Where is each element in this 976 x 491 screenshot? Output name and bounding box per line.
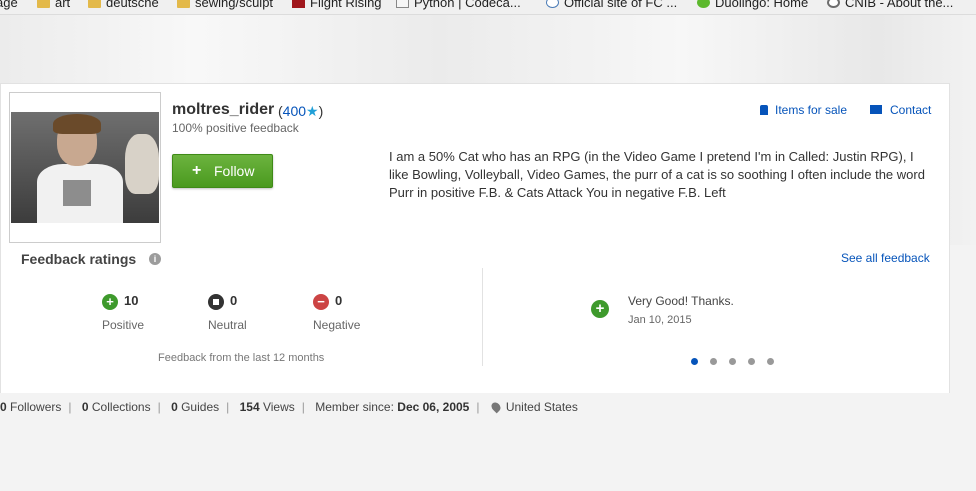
positive-count: 10 [124,293,139,308]
negative-label: Negative [313,318,361,332]
see-all-feedback-link[interactable]: See all feedback [841,251,930,265]
guides-label[interactable]: Guides [181,400,219,414]
photo-shirt-print [63,180,91,206]
collections-label[interactable]: Collections [92,400,151,414]
negative-minus-icon: − [313,294,329,310]
followers-label[interactable]: Followers [10,400,61,414]
views-count: 154 [239,400,260,414]
folder-icon [37,0,50,8]
feedback-ratings-section: Feedback ratings i See all feedback + 10… [1,243,949,393]
profile-bio: I am a 50% Cat who has an RPG (in the Vi… [389,149,925,200]
fc-icon [546,0,559,8]
member-since-label: Member since: [315,400,394,414]
bookmark-flight-rising[interactable]: Flight Rising [292,0,382,11]
guides-count: 0 [171,400,178,414]
neutral-label: Neutral [208,318,247,332]
positive-comment-icon: + [591,300,609,318]
bookmark-deutsche[interactable]: deutsche [88,0,159,11]
bookmark-duolingo[interactable]: Duolingo: Home [697,0,808,11]
score-close-paren: ) [318,103,324,119]
feedback-comment-text: Very Good! Thanks. [628,294,734,308]
info-icon[interactable]: i [149,253,161,265]
followers-count: 0 [0,400,7,414]
member-since-date: Dec 06, 2005 [397,400,470,414]
photo-hand [125,134,159,194]
views-label: Views [262,400,295,414]
python-page-icon [396,0,409,8]
carousel-dot-4[interactable] [748,358,755,365]
negative-count: 0 [335,293,343,308]
neutral-icon [208,294,224,310]
username[interactable]: moltres_rider [172,101,274,119]
follow-label: Follow [214,163,255,179]
tag-icon [760,105,768,115]
location: United States [505,400,578,414]
neutral-count: 0 [230,293,238,308]
location-pin-icon [489,400,503,414]
mail-icon [870,105,882,114]
flight-rising-icon [292,0,305,8]
feedback-score[interactable]: (400★) [278,103,323,120]
feedback-divider [482,268,483,366]
follow-button[interactable]: + Follow [172,154,273,188]
positive-feedback-percent: 100% positive feedback [172,121,299,135]
carousel-dot-5[interactable] [767,358,774,365]
feedback-comment-date: Jan 10, 2015 [628,314,692,326]
feedback-period-note: Feedback from the last 12 months [158,352,325,364]
contact-link[interactable]: Contact [870,103,931,117]
carousel-dot-1[interactable] [691,358,698,365]
cnib-icon [827,0,840,8]
profile-photo-frame [9,92,161,243]
positive-plus-icon: + [102,294,118,310]
bookmark-page[interactable]: age [0,0,18,11]
plus-icon: + [192,162,202,179]
bookmark-sewing-sculpt[interactable]: sewing/sculpt [177,0,273,11]
star-icon: ★ [306,103,319,119]
folder-icon [177,0,190,8]
carousel-dot-2[interactable] [710,358,717,365]
items-for-sale-link[interactable]: Items for sale [760,103,847,117]
carousel-dot-3[interactable] [729,358,736,365]
bookmark-cnib[interactable]: CNIB - About the... [827,0,953,11]
bookmark-official-site-fc[interactable]: Official site of FC ... [546,0,677,11]
photo-hair [53,114,101,134]
duolingo-icon [697,0,710,8]
profile-photo[interactable] [11,112,159,223]
profile-stats-bar: 0 Followers | 0 Collections | 0 Guides | 15… [0,400,578,414]
positive-label: Positive [102,318,145,332]
profile-card: moltres_rider (400★) 100% positive feedb… [0,83,950,393]
collections-count: 0 [81,400,89,414]
bookmark-python-codecademy[interactable]: Python | Codeca... [396,0,521,11]
bookmark-art[interactable]: art [37,0,70,11]
folder-icon [88,0,101,8]
score-number: 400 [282,103,307,119]
bookmarks-bar: age art deutsche sewing/sculpt Flight Ri… [0,0,976,15]
feedback-ratings-title: Feedback ratings [21,251,137,267]
